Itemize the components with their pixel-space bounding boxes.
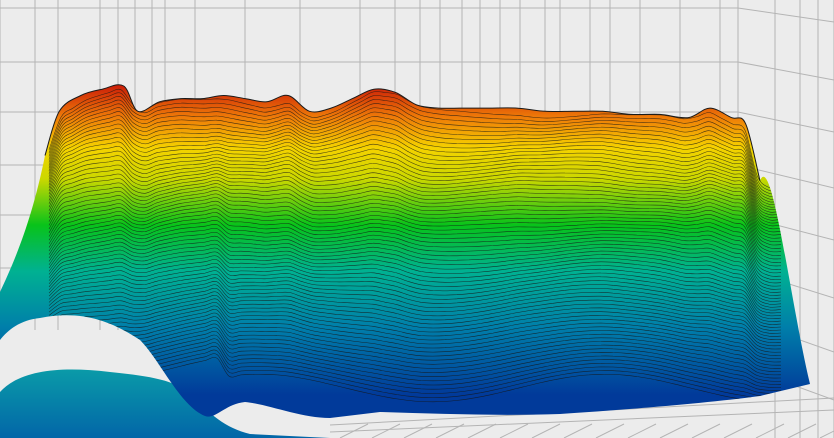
floor-grid-line xyxy=(755,423,785,438)
floor-grid-line xyxy=(659,423,689,438)
floor-grid-line xyxy=(403,423,433,438)
side-grid-horizontal xyxy=(737,111,834,133)
floor-grid-line xyxy=(627,423,657,438)
floor-grid-line xyxy=(563,423,593,438)
floor-grid-line xyxy=(723,423,753,438)
floor-grid-line xyxy=(531,423,561,438)
floor-grid-line xyxy=(371,423,401,438)
surface-plot xyxy=(0,0,834,438)
floor-grid-line xyxy=(819,430,834,438)
side-grid-horizontal xyxy=(737,7,834,23)
side-grid-horizontal xyxy=(737,61,834,81)
floor-grid-line xyxy=(499,423,529,438)
floor-grid-line xyxy=(691,423,721,438)
floor-grid-line xyxy=(595,423,625,438)
floor-grid-line xyxy=(787,423,817,438)
